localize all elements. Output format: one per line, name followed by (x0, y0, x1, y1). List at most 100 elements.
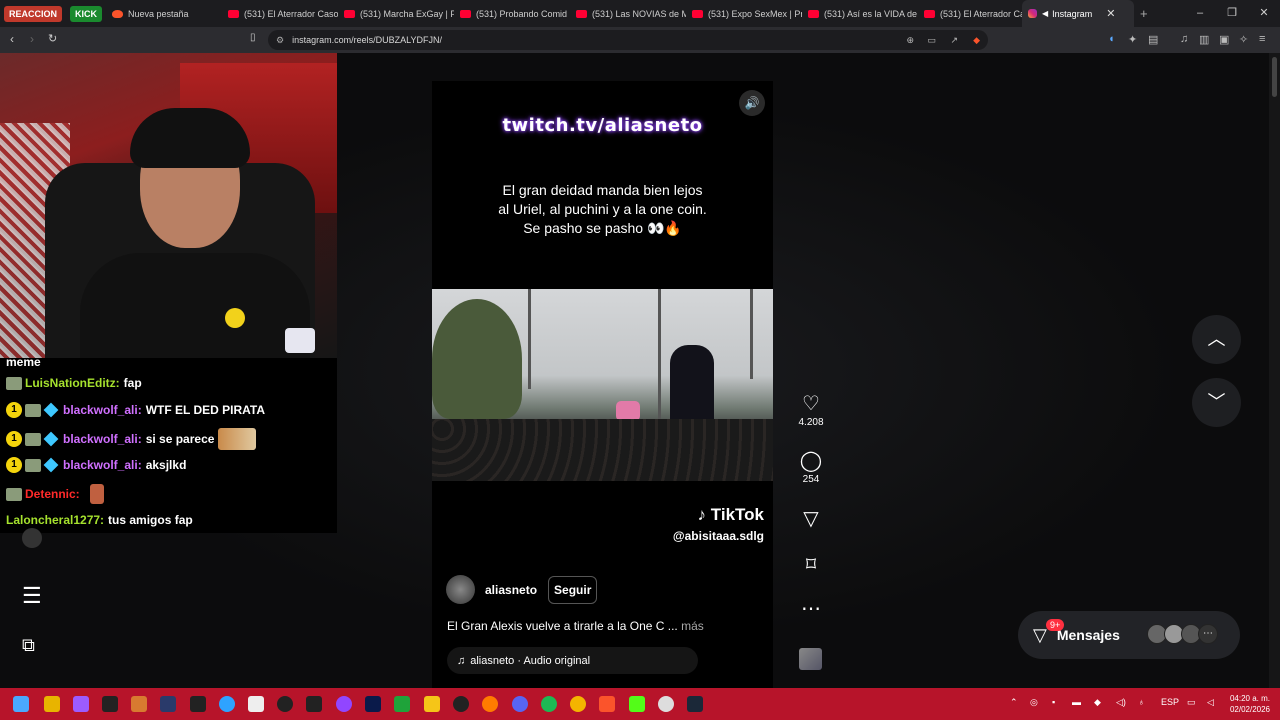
language-indicator[interactable]: ESP (1161, 697, 1179, 707)
more-options-icon[interactable]: ⋯ (797, 598, 825, 620)
photoshop-icon[interactable] (365, 696, 381, 712)
new-tab-button[interactable]: + (1134, 0, 1154, 27)
chrome-icon[interactable] (570, 696, 586, 712)
media-icon[interactable]: ♫ (1180, 33, 1188, 45)
tray-app-icon[interactable]: ◆ (1094, 697, 1101, 708)
author-avatar[interactable] (446, 575, 475, 604)
tab-search-icon[interactable]: ▤ (1148, 33, 1158, 46)
sound-toggle-icon[interactable]: 🔊 (739, 90, 765, 116)
kick-icon[interactable] (629, 696, 645, 712)
pinned-tab-kick[interactable]: KICK (66, 0, 106, 27)
edge-icon[interactable] (219, 696, 235, 712)
tab-youtube-5[interactable]: (531) Expo SexMex | Pr (686, 0, 802, 27)
app-icon[interactable] (306, 696, 322, 712)
previous-reel-button[interactable]: ︿ (1192, 315, 1241, 364)
save-action[interactable]: ⌑ (797, 554, 825, 576)
tray-app-icon[interactable]: ▪ (1052, 697, 1055, 707)
brave-icon[interactable] (599, 696, 615, 712)
tab-youtube-3[interactable]: (531) Probando Comid (454, 0, 570, 27)
audio-pill[interactable]: ♫ aliasneto · Audio original (447, 647, 698, 674)
follow-button[interactable]: Seguir (548, 575, 598, 604)
more-action[interactable]: ⋯ (797, 598, 825, 620)
back-icon[interactable]: ‹ (10, 32, 14, 46)
wallet-card-icon[interactable]: ▣ (1219, 33, 1229, 46)
cast-icon[interactable]: ▭ (927, 35, 936, 46)
app-icon[interactable] (102, 696, 118, 712)
tab-youtube-4[interactable]: (531) Las NOVIAS de M (570, 0, 686, 27)
app-icon[interactable] (336, 696, 352, 712)
app-icon[interactable] (658, 696, 674, 712)
app-icon[interactable] (160, 696, 176, 712)
tray-app-icon[interactable]: ▬ (1072, 697, 1081, 707)
maximize-icon[interactable]: ❐ (1216, 0, 1248, 27)
reload-icon[interactable]: ↻ (48, 32, 57, 45)
site-info-icon[interactable]: ⚙ (276, 35, 284, 46)
app-icon[interactable] (131, 696, 147, 712)
share-icon[interactable]: ↗ (950, 35, 958, 46)
scrollbar-thumb[interactable] (1272, 57, 1277, 97)
profile-avatar[interactable] (22, 528, 42, 548)
leo-ai-icon[interactable]: ✧ (1239, 33, 1248, 46)
app-icon[interactable] (277, 696, 293, 712)
send-icon[interactable]: ▽ (797, 508, 825, 530)
heart-icon[interactable]: ♡ (797, 393, 825, 415)
tab-new[interactable]: Nueva pestaña (106, 0, 222, 27)
wallet-icon[interactable]: ◖ (1108, 33, 1115, 45)
firefox-icon[interactable] (482, 696, 498, 712)
more-apps-icon[interactable]: ⧉ (22, 635, 35, 656)
zoom-icon[interactable]: ⊕ (906, 35, 914, 46)
clock-date: 02/02/2026 (1229, 705, 1270, 714)
tab-youtube-1[interactable]: (531) El Aterrador Caso (222, 0, 338, 27)
extensions-icon[interactable]: ✦ (1128, 33, 1137, 46)
chat-message: Detennic: (6, 484, 104, 504)
bookmark-save-icon[interactable]: ⌑ (797, 554, 825, 576)
minimize-icon[interactable]: – (1184, 0, 1216, 27)
share-action[interactable]: ▽ (797, 508, 825, 530)
pinned-tab-reaccion[interactable]: REACCION (0, 0, 66, 27)
brave-shields-icon[interactable]: ◆ (973, 35, 980, 46)
file-explorer-icon[interactable] (424, 696, 440, 712)
close-window-icon[interactable]: ✕ (1248, 0, 1280, 27)
github-icon[interactable] (453, 696, 469, 712)
tab-youtube-6[interactable]: (531) Así es la VIDA de (802, 0, 918, 27)
hamburger-menu-icon[interactable]: ☰ (22, 583, 42, 609)
windows-start-icon[interactable] (13, 696, 29, 712)
xbox-icon[interactable] (394, 696, 410, 712)
comment-action[interactable]: ◯ 254 (797, 450, 825, 485)
clock[interactable]: 04:20 a. m. 02/02/2026 (1230, 693, 1270, 715)
url-input[interactable]: ⚙ instagram.com/reels/DUBZALYDFJN/ ⊕ ▭ ↗… (268, 30, 988, 50)
network-icon[interactable]: ▭ (1187, 697, 1196, 708)
app-icon[interactable] (190, 696, 206, 712)
twitch-icon[interactable] (73, 696, 89, 712)
audio-label: aliasneto · Audio original (470, 654, 591, 667)
tab-youtube-2[interactable]: (531) Marcha ExGay | P (338, 0, 454, 27)
scrollbar[interactable] (1269, 53, 1280, 688)
bookmark-icon[interactable]: ▯ (250, 32, 256, 43)
microphone-icon[interactable]: ♁ (1138, 697, 1145, 707)
tray-chevron-icon[interactable]: ⌃ (1010, 697, 1018, 708)
cat-emote-icon (218, 428, 257, 450)
app-icon[interactable] (44, 696, 60, 712)
author-name[interactable]: aliasneto (485, 583, 537, 597)
close-tab-icon[interactable]: ✕ (1106, 7, 1115, 20)
steam-icon[interactable] (687, 696, 703, 712)
next-reel-button[interactable]: ﹀ (1192, 378, 1241, 427)
audio-thumbnail[interactable] (799, 648, 822, 670)
comment-icon[interactable]: ◯ (797, 450, 825, 472)
app-icon[interactable] (248, 696, 264, 712)
messages-button[interactable]: ▽ 9+ Mensajes ⋯ (1018, 611, 1240, 659)
tab-youtube-7[interactable]: (531) El Aterrador Caso (918, 0, 1022, 27)
speaker-icon[interactable]: ◁ (1207, 697, 1214, 708)
menu-icon[interactable]: ≡ (1259, 33, 1265, 45)
chat-text: tus amigos fap (108, 513, 193, 527)
tab-instagram[interactable]: ◀ Instagram ✕ (1022, 0, 1135, 27)
sidebar-icon[interactable]: ▥ (1199, 33, 1209, 46)
like-action[interactable]: ♡ 4.208 (797, 393, 825, 428)
discord-icon[interactable] (512, 696, 528, 712)
volume-icon[interactable]: ◁) (1116, 697, 1126, 708)
tray-app-icon[interactable]: ◎ (1030, 697, 1038, 708)
cat-badge-icon (6, 376, 22, 390)
more-link[interactable]: más (681, 619, 704, 633)
forward-icon[interactable]: › (30, 32, 34, 46)
spotify-icon[interactable] (541, 696, 557, 712)
